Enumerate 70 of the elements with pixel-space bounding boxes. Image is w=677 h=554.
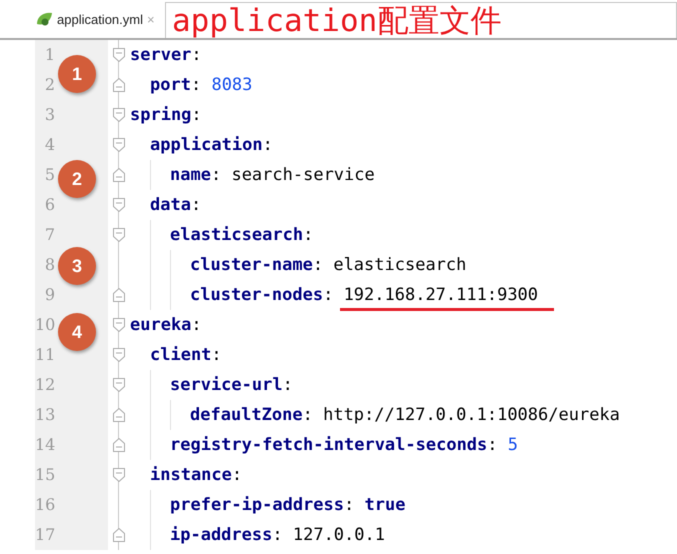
yaml-key: instance (150, 465, 232, 485)
leaf-icon (35, 11, 53, 27)
fold-icon[interactable] (113, 378, 125, 392)
yaml-key: name (170, 165, 211, 185)
line-number: 16 (35, 490, 108, 520)
fold-icon[interactable] (113, 108, 125, 122)
colon: : (272, 525, 283, 545)
yaml-value: 5 (508, 435, 518, 455)
fold-icon[interactable] (113, 318, 125, 332)
line-number: 15 (35, 460, 108, 490)
yaml-key: cluster-nodes (190, 285, 324, 305)
fold-icon[interactable] (113, 138, 125, 152)
colon: : (191, 45, 202, 65)
yaml-key: application (150, 135, 263, 155)
fold-icon[interactable] (113, 198, 125, 212)
fold-icon[interactable] (113, 438, 125, 452)
yaml-key: ip-address (170, 525, 272, 545)
colon: : (190, 75, 202, 95)
line-number: 7 (35, 220, 108, 250)
colon: : (190, 195, 202, 215)
line-number: 17 (35, 520, 108, 550)
colon: : (312, 255, 324, 275)
colon: : (344, 495, 354, 515)
fold-icon[interactable] (113, 228, 125, 242)
yaml-value: http://127.0.0.1:10086/eureka (323, 405, 620, 425)
line-number: 14 (35, 430, 108, 460)
yaml-key: eureka (130, 315, 192, 335)
fold-icon[interactable] (113, 78, 125, 92)
colon: : (211, 345, 222, 365)
line-number: 12 (35, 370, 108, 400)
fold-icon[interactable] (113, 528, 125, 542)
colon: : (262, 135, 273, 155)
colon: : (302, 405, 313, 425)
yaml-key: elasticsearch (170, 225, 304, 245)
fold-icon[interactable] (113, 288, 125, 302)
fold-icon[interactable] (113, 348, 125, 362)
line-number: 9 (35, 280, 108, 310)
colon: : (303, 225, 314, 245)
underlined-value: 192.168.27.111:9300 (340, 285, 554, 311)
yaml-value: elasticsearch (333, 255, 466, 275)
yaml-key: cluster-name (190, 255, 313, 275)
colon: : (191, 315, 202, 335)
fold-icon[interactable] (113, 168, 125, 182)
yaml-key: client (150, 345, 212, 365)
yaml-value: search-service (231, 165, 375, 185)
line-number: 6 (35, 190, 108, 220)
colon: : (282, 375, 293, 395)
yaml-key: prefer-ip-address (170, 495, 344, 515)
yaml-value: 8083 (211, 75, 252, 95)
colon: : (323, 285, 334, 305)
colon: : (210, 165, 222, 185)
line-number: 3 (35, 100, 108, 130)
line-number: 4 (35, 130, 108, 160)
fold-icon[interactable] (113, 468, 125, 482)
yaml-value: true (364, 495, 406, 515)
colon: : (232, 465, 242, 485)
yaml-key: defaultZone (190, 405, 303, 425)
annotation-title: application配置文件 (165, 2, 677, 38)
fold-icon[interactable] (113, 408, 125, 422)
fold-icon[interactable] (113, 48, 125, 62)
yaml-key: port (150, 75, 191, 95)
yaml-key: spring (130, 105, 192, 125)
line-number: 13 (35, 400, 108, 430)
yaml-key: server (130, 45, 192, 65)
yaml-key: service-url (170, 375, 283, 395)
colon: : (487, 435, 498, 455)
colon: : (191, 105, 202, 125)
yaml-key: registry-fetch-interval-seconds (170, 435, 488, 455)
yaml-value: 127.0.0.1 (292, 525, 385, 545)
yaml-key: data (150, 195, 191, 215)
